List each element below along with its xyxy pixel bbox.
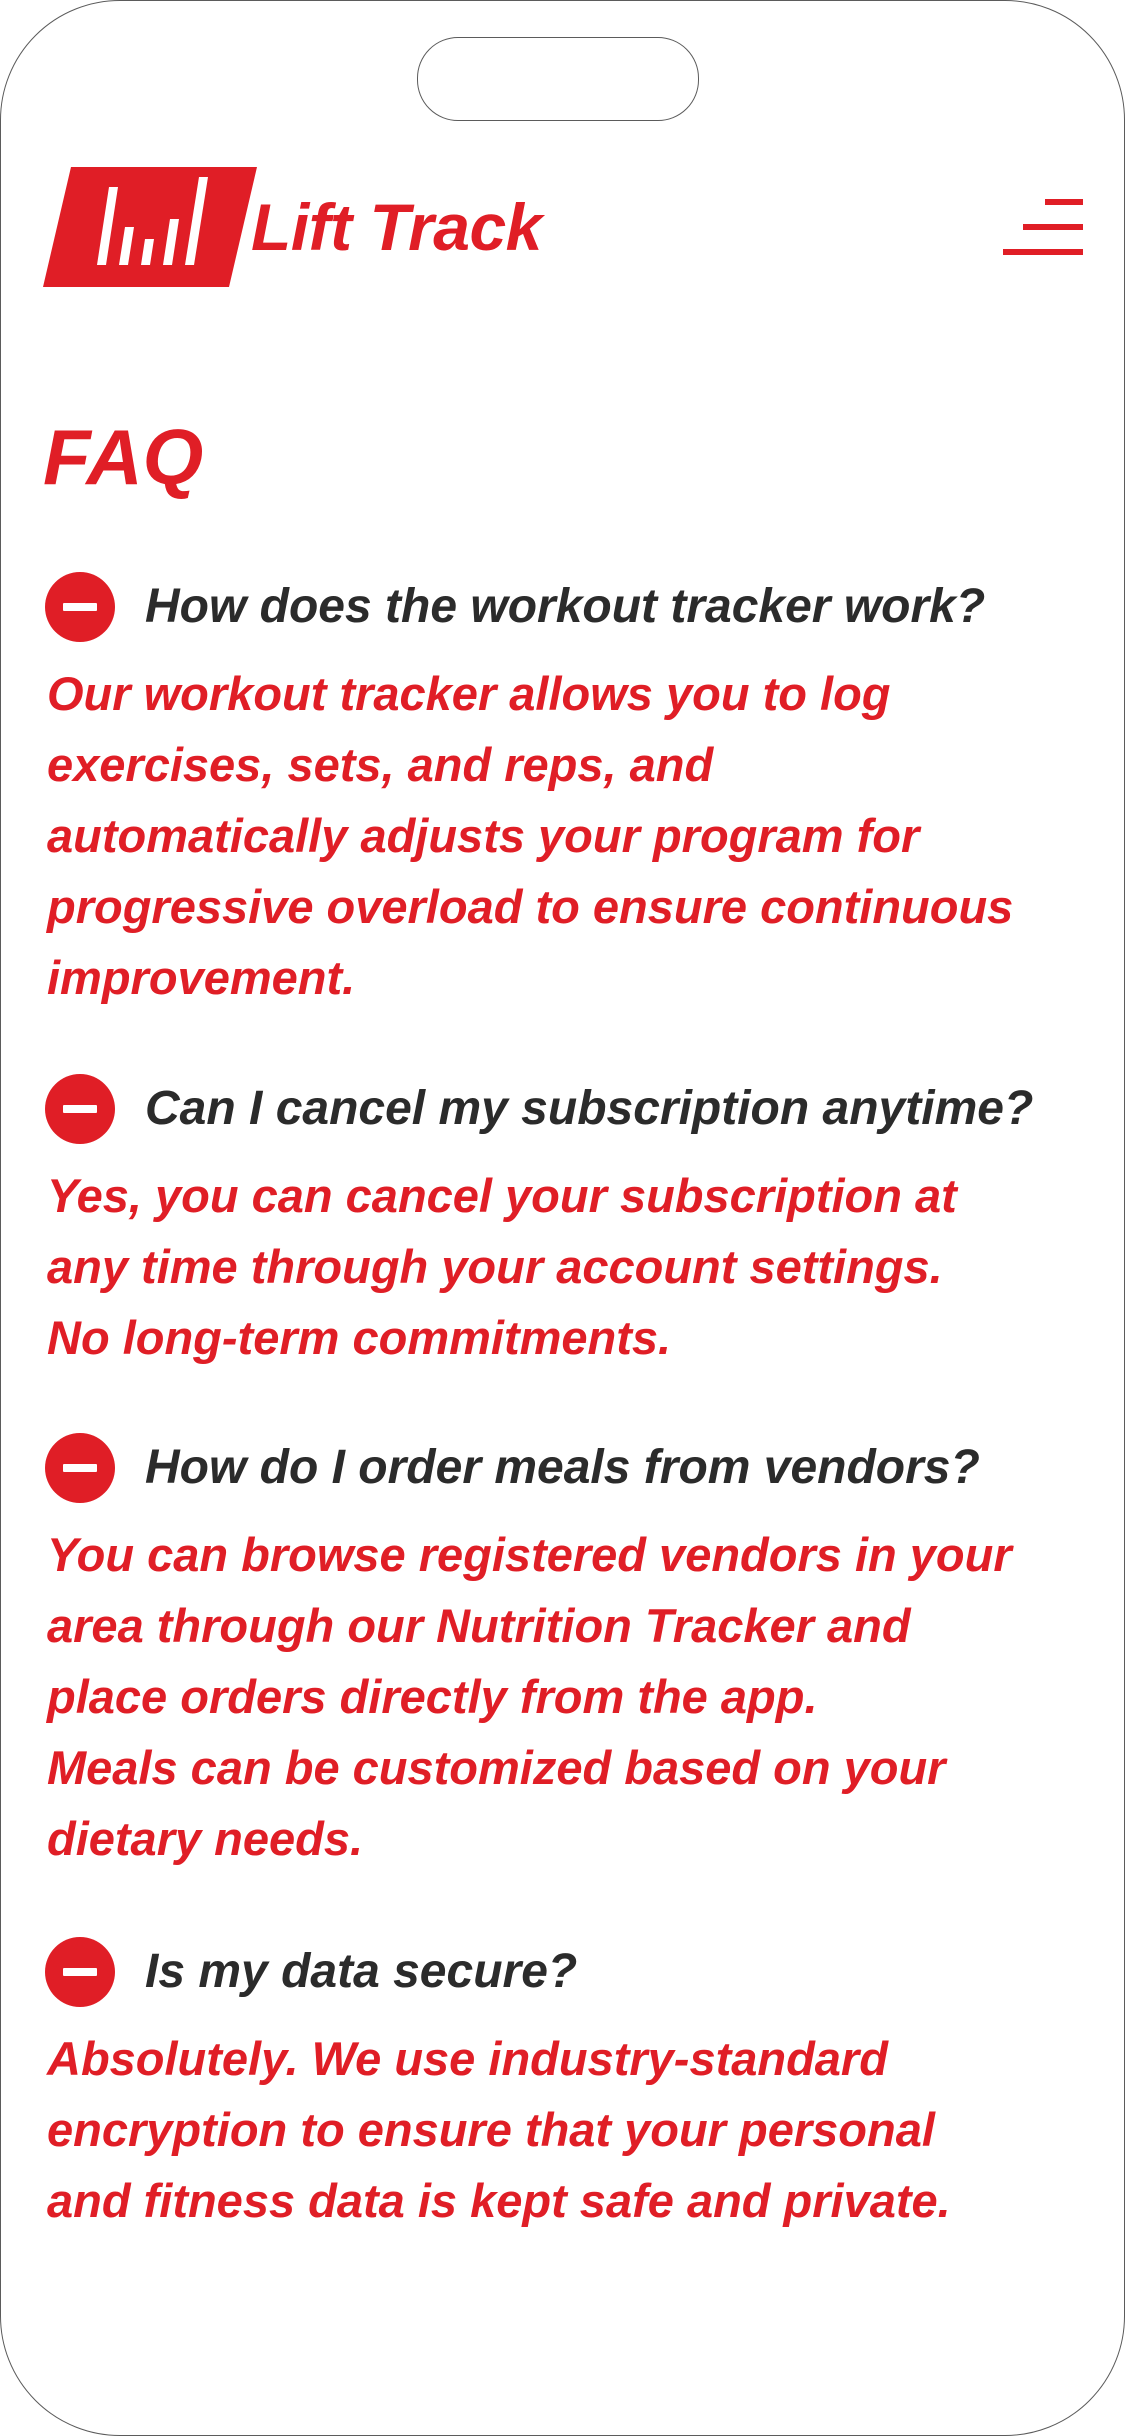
answer-line: area through our Nutrition Tracker and: [47, 1599, 911, 1652]
answer-line: Meals can be customized based on your: [47, 1741, 946, 1794]
faq-question-row[interactable]: Is my data secure?: [45, 1937, 1105, 2007]
minus-circle-icon[interactable]: [45, 1074, 115, 1144]
app-name[interactable]: Lift Track: [251, 187, 542, 267]
device-notch: [417, 37, 699, 121]
answer-line: any time through your account settings.: [47, 1240, 943, 1293]
barbell-chart-icon[interactable]: [43, 167, 257, 287]
faq-answer: Our workout tracker allows you to log ex…: [47, 658, 1087, 1013]
answer-line: place orders directly from the app.: [47, 1670, 818, 1723]
hamburger-menu-icon[interactable]: [999, 197, 1087, 257]
faq-question-row[interactable]: How does the workout tracker work?: [45, 572, 1105, 642]
phone-frame: Lift Track FAQ How does the workout trac…: [0, 0, 1125, 2436]
answer-line: No long-term commitments.: [47, 1311, 672, 1364]
answer-line: Our workout tracker allows you to log: [47, 667, 891, 720]
answer-line: improvement.: [47, 951, 356, 1004]
answer-line: dietary needs.: [47, 1812, 364, 1865]
faq-question: How does the workout tracker work?: [145, 580, 986, 633]
faq-question: Is my data secure?: [145, 1945, 578, 1998]
minus-circle-icon[interactable]: [45, 1937, 115, 2007]
answer-line: Yes, you can cancel your subscription at: [47, 1169, 957, 1222]
faq-answer: Absolutely. We use industry-standard enc…: [47, 2023, 1087, 2236]
answer-line: and fitness data is kept safe and privat…: [47, 2174, 951, 2227]
faq-question: How do I order meals from vendors?: [145, 1441, 980, 1494]
faq-answer: Yes, you can cancel your subscription at…: [47, 1160, 1087, 1373]
faq-question-row[interactable]: Can I cancel my subscription anytime?: [45, 1074, 1105, 1144]
answer-line: encryption to ensure that your personal: [47, 2103, 935, 2156]
answer-line: progressive overload to ensure continuou…: [47, 880, 1014, 933]
faq-question: Can I cancel my subscription anytime?: [145, 1082, 1034, 1135]
faq-question-row[interactable]: How do I order meals from vendors?: [45, 1433, 1105, 1503]
answer-line: automatically adjusts your program for: [47, 809, 920, 862]
answer-line: You can browse registered vendors in you…: [47, 1528, 1012, 1581]
minus-circle-icon[interactable]: [45, 572, 115, 642]
page-title: FAQ: [43, 413, 204, 501]
answer-line: exercises, sets, and reps, and: [47, 738, 714, 791]
answer-line: Absolutely. We use industry-standard: [47, 2032, 888, 2085]
minus-circle-icon[interactable]: [45, 1433, 115, 1503]
faq-answer: You can browse registered vendors in you…: [47, 1519, 1087, 1874]
